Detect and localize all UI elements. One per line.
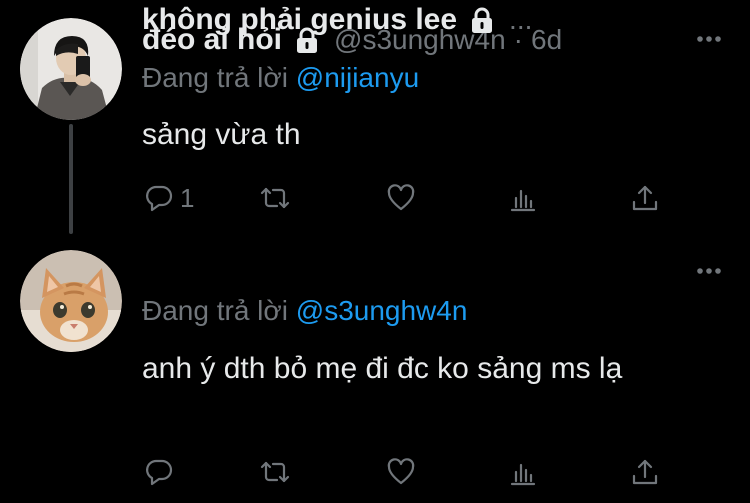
truncation-ellipsis: ... (509, 4, 533, 35)
reply-icon (146, 185, 173, 212)
retweet-button[interactable] (260, 452, 296, 492)
mention-link[interactable]: @nijianyu (296, 62, 419, 93)
replying-to: Đang trả lời @nijianyu (142, 62, 419, 94)
analytics-icon (510, 189, 536, 212)
lock-icon (467, 5, 497, 35)
share-icon (632, 185, 658, 211)
avatar[interactable] (20, 250, 122, 352)
timestamp[interactable]: 6d (531, 24, 562, 56)
share-button[interactable] (630, 178, 660, 218)
tweet-text: sảng vừa th (142, 118, 301, 151)
retweet-button[interactable] (260, 178, 296, 218)
tweet-text: anh ý dth bỏ mẹ đi đc ko sảng ms lạ (142, 352, 623, 385)
heart-icon (387, 458, 415, 485)
share-icon (632, 459, 658, 485)
replying-label: Đang trả lời (142, 62, 288, 93)
retweet-icon (260, 187, 290, 209)
display-name[interactable]: không phải genius lee (142, 3, 457, 37)
retweet-icon (260, 461, 290, 483)
replying-label: Đang trả lời (142, 295, 288, 326)
like-button[interactable] (386, 452, 422, 492)
like-button[interactable] (386, 178, 422, 218)
reply-count: 1 (180, 182, 195, 213)
analytics-button[interactable] (508, 452, 538, 492)
avatar[interactable] (20, 18, 122, 120)
mention-link[interactable]: @s3unghw4n (296, 295, 468, 326)
action-bar: 1 (142, 178, 672, 218)
reply-icon (146, 459, 173, 486)
replying-to: Đang trả lời @s3unghw4n (142, 295, 467, 327)
action-bar (142, 452, 672, 492)
reply-button[interactable]: 1 (144, 178, 194, 218)
more-horizontal-icon[interactable] (694, 256, 724, 286)
analytics-button[interactable] (508, 178, 538, 218)
more-horizontal-icon[interactable] (694, 24, 724, 54)
reply-button[interactable] (144, 452, 180, 492)
analytics-icon (510, 463, 536, 486)
heart-icon (387, 184, 415, 211)
share-button[interactable] (630, 452, 660, 492)
tweet-header: không phải genius lee ... (142, 0, 532, 40)
thread-line (69, 124, 73, 234)
